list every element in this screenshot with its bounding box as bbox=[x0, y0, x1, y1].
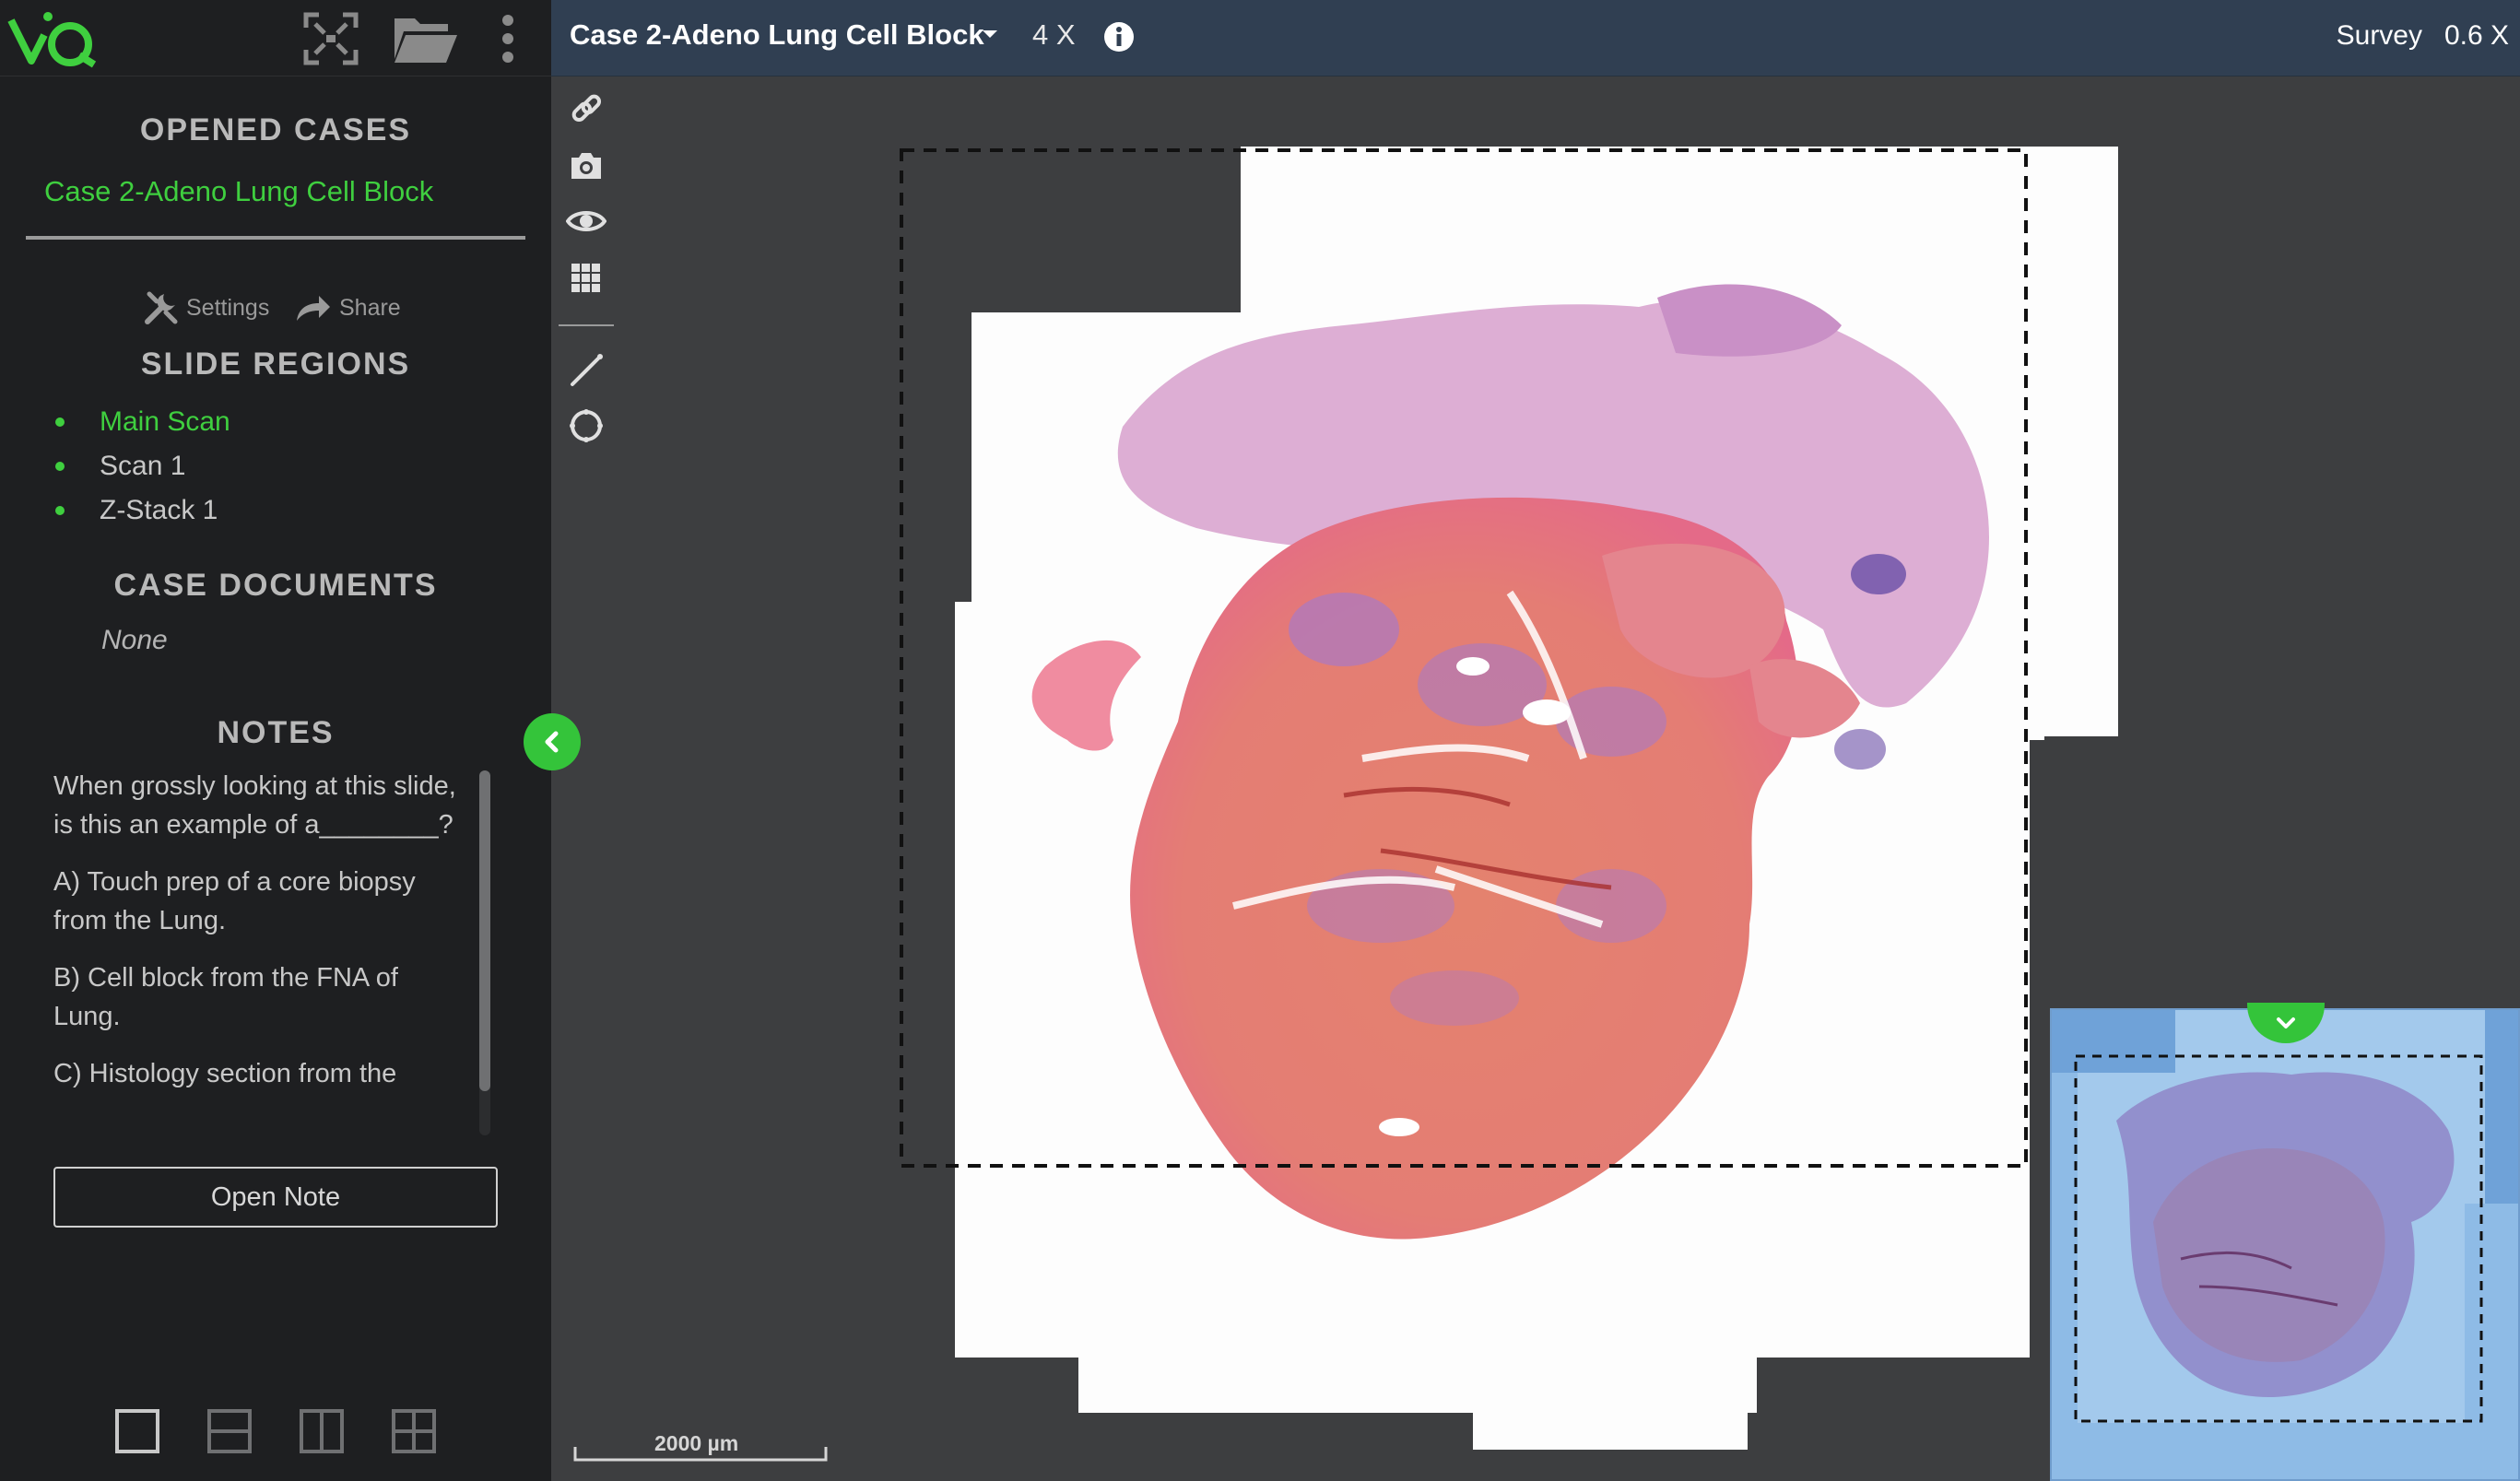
share-button[interactable]: Share bbox=[295, 289, 401, 326]
slide-regions-list: Main Scan Scan 1 Z-Stack 1 bbox=[55, 400, 230, 533]
toolbar-divider bbox=[559, 324, 614, 326]
camera-icon bbox=[571, 153, 601, 179]
caret-down-icon[interactable] bbox=[981, 28, 999, 41]
info-icon[interactable] bbox=[1102, 20, 1136, 53]
sidebar-top-bar bbox=[0, 0, 551, 76]
snapshot-tool[interactable] bbox=[566, 146, 606, 186]
more-options-icon[interactable] bbox=[494, 11, 522, 66]
share-label: Share bbox=[339, 294, 401, 321]
link-tool[interactable] bbox=[566, 88, 606, 129]
wrench-screwdriver-icon bbox=[145, 291, 178, 324]
folder-open-icon[interactable] bbox=[391, 11, 459, 66]
survey-magnification: 0.6 X bbox=[2443, 20, 2509, 51]
share-arrow-icon bbox=[297, 296, 330, 321]
notes-content: When grossly looking at this slide, is t… bbox=[53, 767, 468, 1134]
scale-bar-label: 2000 µm bbox=[654, 1431, 739, 1455]
opened-case-link[interactable]: Case 2-Adeno Lung Cell Block bbox=[44, 175, 433, 208]
line-measure-tool[interactable] bbox=[566, 350, 606, 391]
settings-button[interactable]: Settings bbox=[144, 289, 269, 326]
notes-scrollbar[interactable] bbox=[479, 770, 490, 1135]
note-paragraph: When grossly looking at this slide, is t… bbox=[53, 771, 456, 840]
minimap-thumbnail[interactable] bbox=[2052, 1010, 2520, 1481]
divider bbox=[26, 236, 525, 240]
grid-tool[interactable] bbox=[566, 258, 606, 299]
slide-regions-title: SLIDE REGIONS bbox=[140, 347, 411, 382]
note-paragraph: C) Histology section from the bbox=[53, 1059, 397, 1088]
chevron-down-icon bbox=[2277, 1017, 2295, 1028]
bullet-icon bbox=[55, 462, 65, 471]
bullet-icon bbox=[55, 417, 65, 427]
opened-cases-title: OPENED CASES bbox=[139, 112, 412, 147]
circle-tool-icon bbox=[570, 409, 603, 442]
sidebar: OPENED CASES Case 2-Adeno Lung Cell Bloc… bbox=[0, 0, 551, 1481]
zoom-level: 4 X bbox=[1032, 18, 1076, 51]
visibility-tool[interactable] bbox=[566, 201, 606, 241]
region-label: Scan 1 bbox=[100, 451, 186, 481]
case-documents-empty: None bbox=[101, 625, 168, 655]
grid-icon bbox=[571, 264, 600, 292]
settings-label: Settings bbox=[186, 294, 270, 321]
region-item-z-stack-1[interactable]: Z-Stack 1 bbox=[55, 488, 230, 533]
app-logo[interactable] bbox=[7, 7, 100, 68]
note-paragraph: A) Touch prep of a core biopsy from the … bbox=[53, 867, 416, 935]
case-documents-title: CASE DOCUMENTS bbox=[113, 568, 438, 603]
notes-title: NOTES bbox=[217, 715, 335, 750]
viewer-header: Case 2-Adeno Lung Cell Block 4 X Survey … bbox=[551, 0, 2520, 76]
case-title-dropdown[interactable]: Case 2-Adeno Lung Cell Block bbox=[570, 18, 984, 52]
layout-quad-icon[interactable] bbox=[391, 1408, 437, 1454]
line-tool-icon bbox=[571, 354, 603, 386]
region-item-main-scan[interactable]: Main Scan bbox=[55, 400, 230, 444]
region-label: Main Scan bbox=[100, 406, 230, 437]
link-icon bbox=[571, 94, 602, 123]
notes-scrollbar-thumb[interactable] bbox=[479, 770, 490, 1091]
layout-single-icon[interactable] bbox=[114, 1408, 160, 1454]
fit-to-screen-icon[interactable] bbox=[302, 11, 359, 66]
eye-icon bbox=[566, 211, 606, 231]
survey-mode-label: Survey bbox=[2336, 20, 2422, 51]
overview-minimap[interactable] bbox=[2050, 1008, 2520, 1481]
region-item-scan-1[interactable]: Scan 1 bbox=[55, 444, 230, 488]
layout-vertical-split-icon[interactable] bbox=[299, 1408, 345, 1454]
region-label: Z-Stack 1 bbox=[100, 495, 218, 525]
note-paragraph: B) Cell block from the FNA of Lung. bbox=[53, 963, 398, 1031]
layout-horizontal-split-icon[interactable] bbox=[206, 1408, 253, 1454]
circle-annotation-tool[interactable] bbox=[566, 406, 606, 446]
open-note-button[interactable]: Open Note bbox=[53, 1167, 498, 1228]
bullet-icon bbox=[55, 506, 65, 515]
